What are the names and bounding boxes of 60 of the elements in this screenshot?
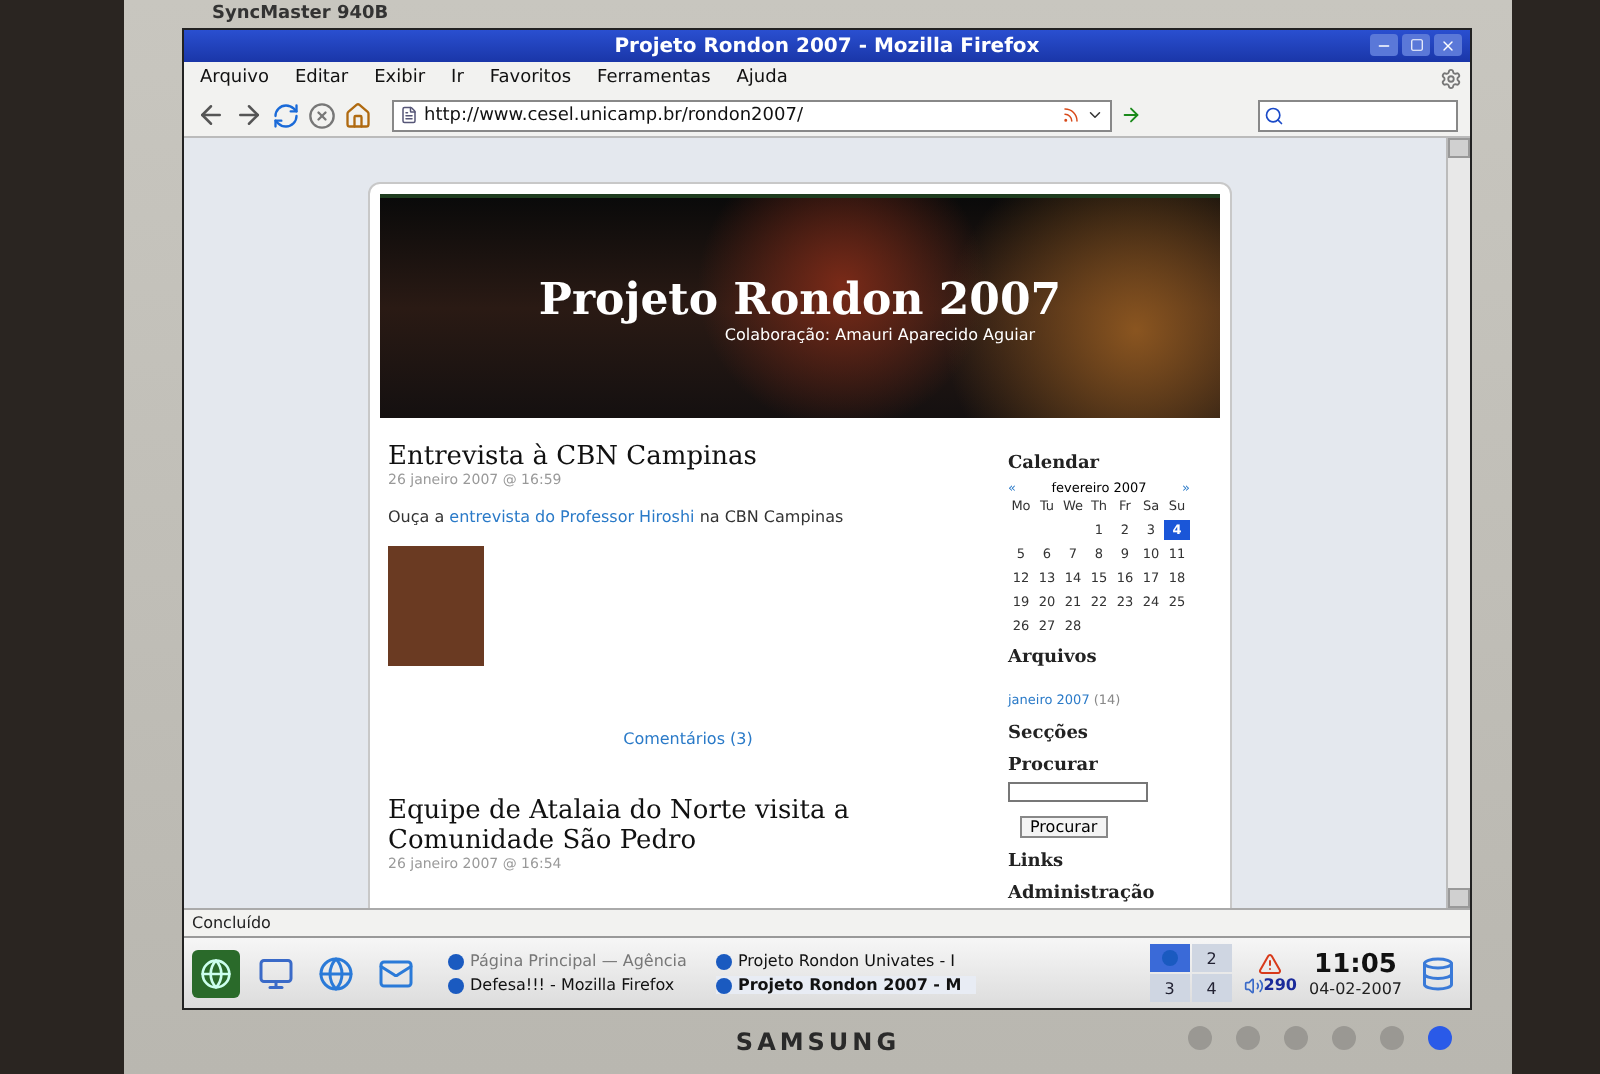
menu-item[interactable]: Exibir (374, 68, 426, 88)
desktop-switcher[interactable]: 4 (1191, 974, 1232, 1002)
desktop-switcher[interactable] (1149, 944, 1190, 972)
taskbar-item[interactable]: Projeto Rondon Univates - I (716, 952, 976, 970)
clock-date: 04-02-2007 (1309, 979, 1402, 997)
stop-button[interactable] (308, 101, 336, 129)
sidebar-heading: Secções (1008, 724, 1090, 744)
desktop-switcher[interactable]: 3 (1149, 974, 1190, 1002)
menu-item[interactable]: Ajuda (736, 68, 788, 88)
sidebar-heading: Procurar (1008, 756, 1100, 776)
power-button[interactable] (1428, 1026, 1452, 1050)
search-field[interactable] (1258, 99, 1458, 131)
clock-time: 11:05 (1314, 949, 1397, 979)
speaker-icon[interactable] (1243, 975, 1264, 995)
menu-item[interactable]: Favoritos (489, 68, 572, 88)
sidebar-heading: Arquivos (1008, 648, 1099, 668)
menu-item[interactable]: Editar (294, 68, 349, 88)
page-icon (400, 106, 418, 124)
post-title[interactable]: Entrevista à CBN Campinas (388, 442, 988, 472)
sidebar-heading: Links (1008, 852, 1066, 872)
post-text: Ouça a entrevista do Professor Hiroshi na CBN Campinas (388, 508, 846, 526)
settings-icon (1440, 67, 1462, 89)
forward-button[interactable] (234, 100, 264, 130)
window-title: Projeto Rondon 2007 - Mozilla Firefox (614, 35, 1040, 57)
warning-icon[interactable] (1258, 951, 1283, 975)
blog-title: Projeto Rondon 2007 (538, 273, 1062, 325)
minimize-button[interactable] (1370, 34, 1398, 56)
rss-icon (1062, 106, 1080, 124)
start-menu-button[interactable] (192, 949, 240, 997)
home-button[interactable] (344, 101, 372, 129)
brand-label: SAMSUNG (735, 1028, 901, 1056)
post-link[interactable]: entrevista do Professor Hiroshi (449, 508, 695, 526)
address-field[interactable]: http://www.cesel.unicamp.br/rondon2007/ (392, 99, 1112, 131)
dropdown-icon (1086, 106, 1104, 124)
comments-link[interactable]: Comentários (3) (388, 730, 988, 748)
maximize-icon (1409, 38, 1423, 52)
sidebar-heading: Administração (1008, 884, 1157, 904)
menu-item[interactable]: Ir (451, 68, 464, 88)
menu-item[interactable]: Ferramentas (597, 68, 711, 88)
go-button[interactable] (1120, 104, 1142, 126)
taskbar-item[interactable]: Projeto Rondon 2007 - M (716, 976, 976, 994)
blog-subtitle: Colaboração: Amauri Aparecido Aguiar (724, 325, 1036, 343)
close-icon (1440, 37, 1456, 53)
monitor-model-label: SyncMaster 940B (212, 4, 389, 24)
post-title[interactable]: Equipe de Atalaia do Norte visita a Comunidade São Pedro (388, 796, 988, 856)
reload-button[interactable] (272, 101, 300, 129)
taskbar-item[interactable]: Página Principal — Agência (448, 952, 708, 970)
maximize-button[interactable] (1402, 34, 1430, 56)
search-icon (1264, 105, 1284, 125)
search-button[interactable]: Procurar (1020, 816, 1108, 838)
search-input[interactable] (1008, 782, 1148, 802)
back-button[interactable] (196, 100, 226, 130)
taskbar-item[interactable]: Defesa!!! - Mozilla Firefox (448, 976, 708, 994)
sidebar-heading: Calendar (1008, 454, 1102, 474)
photo-placeholder (388, 546, 484, 666)
close-button[interactable] (1434, 34, 1462, 56)
desktop-switcher[interactable]: 2 (1191, 944, 1232, 972)
tray-count: 290 (1263, 976, 1297, 994)
menu-item[interactable]: Arquivo (200, 68, 269, 88)
status-text: Concluído (192, 914, 271, 932)
